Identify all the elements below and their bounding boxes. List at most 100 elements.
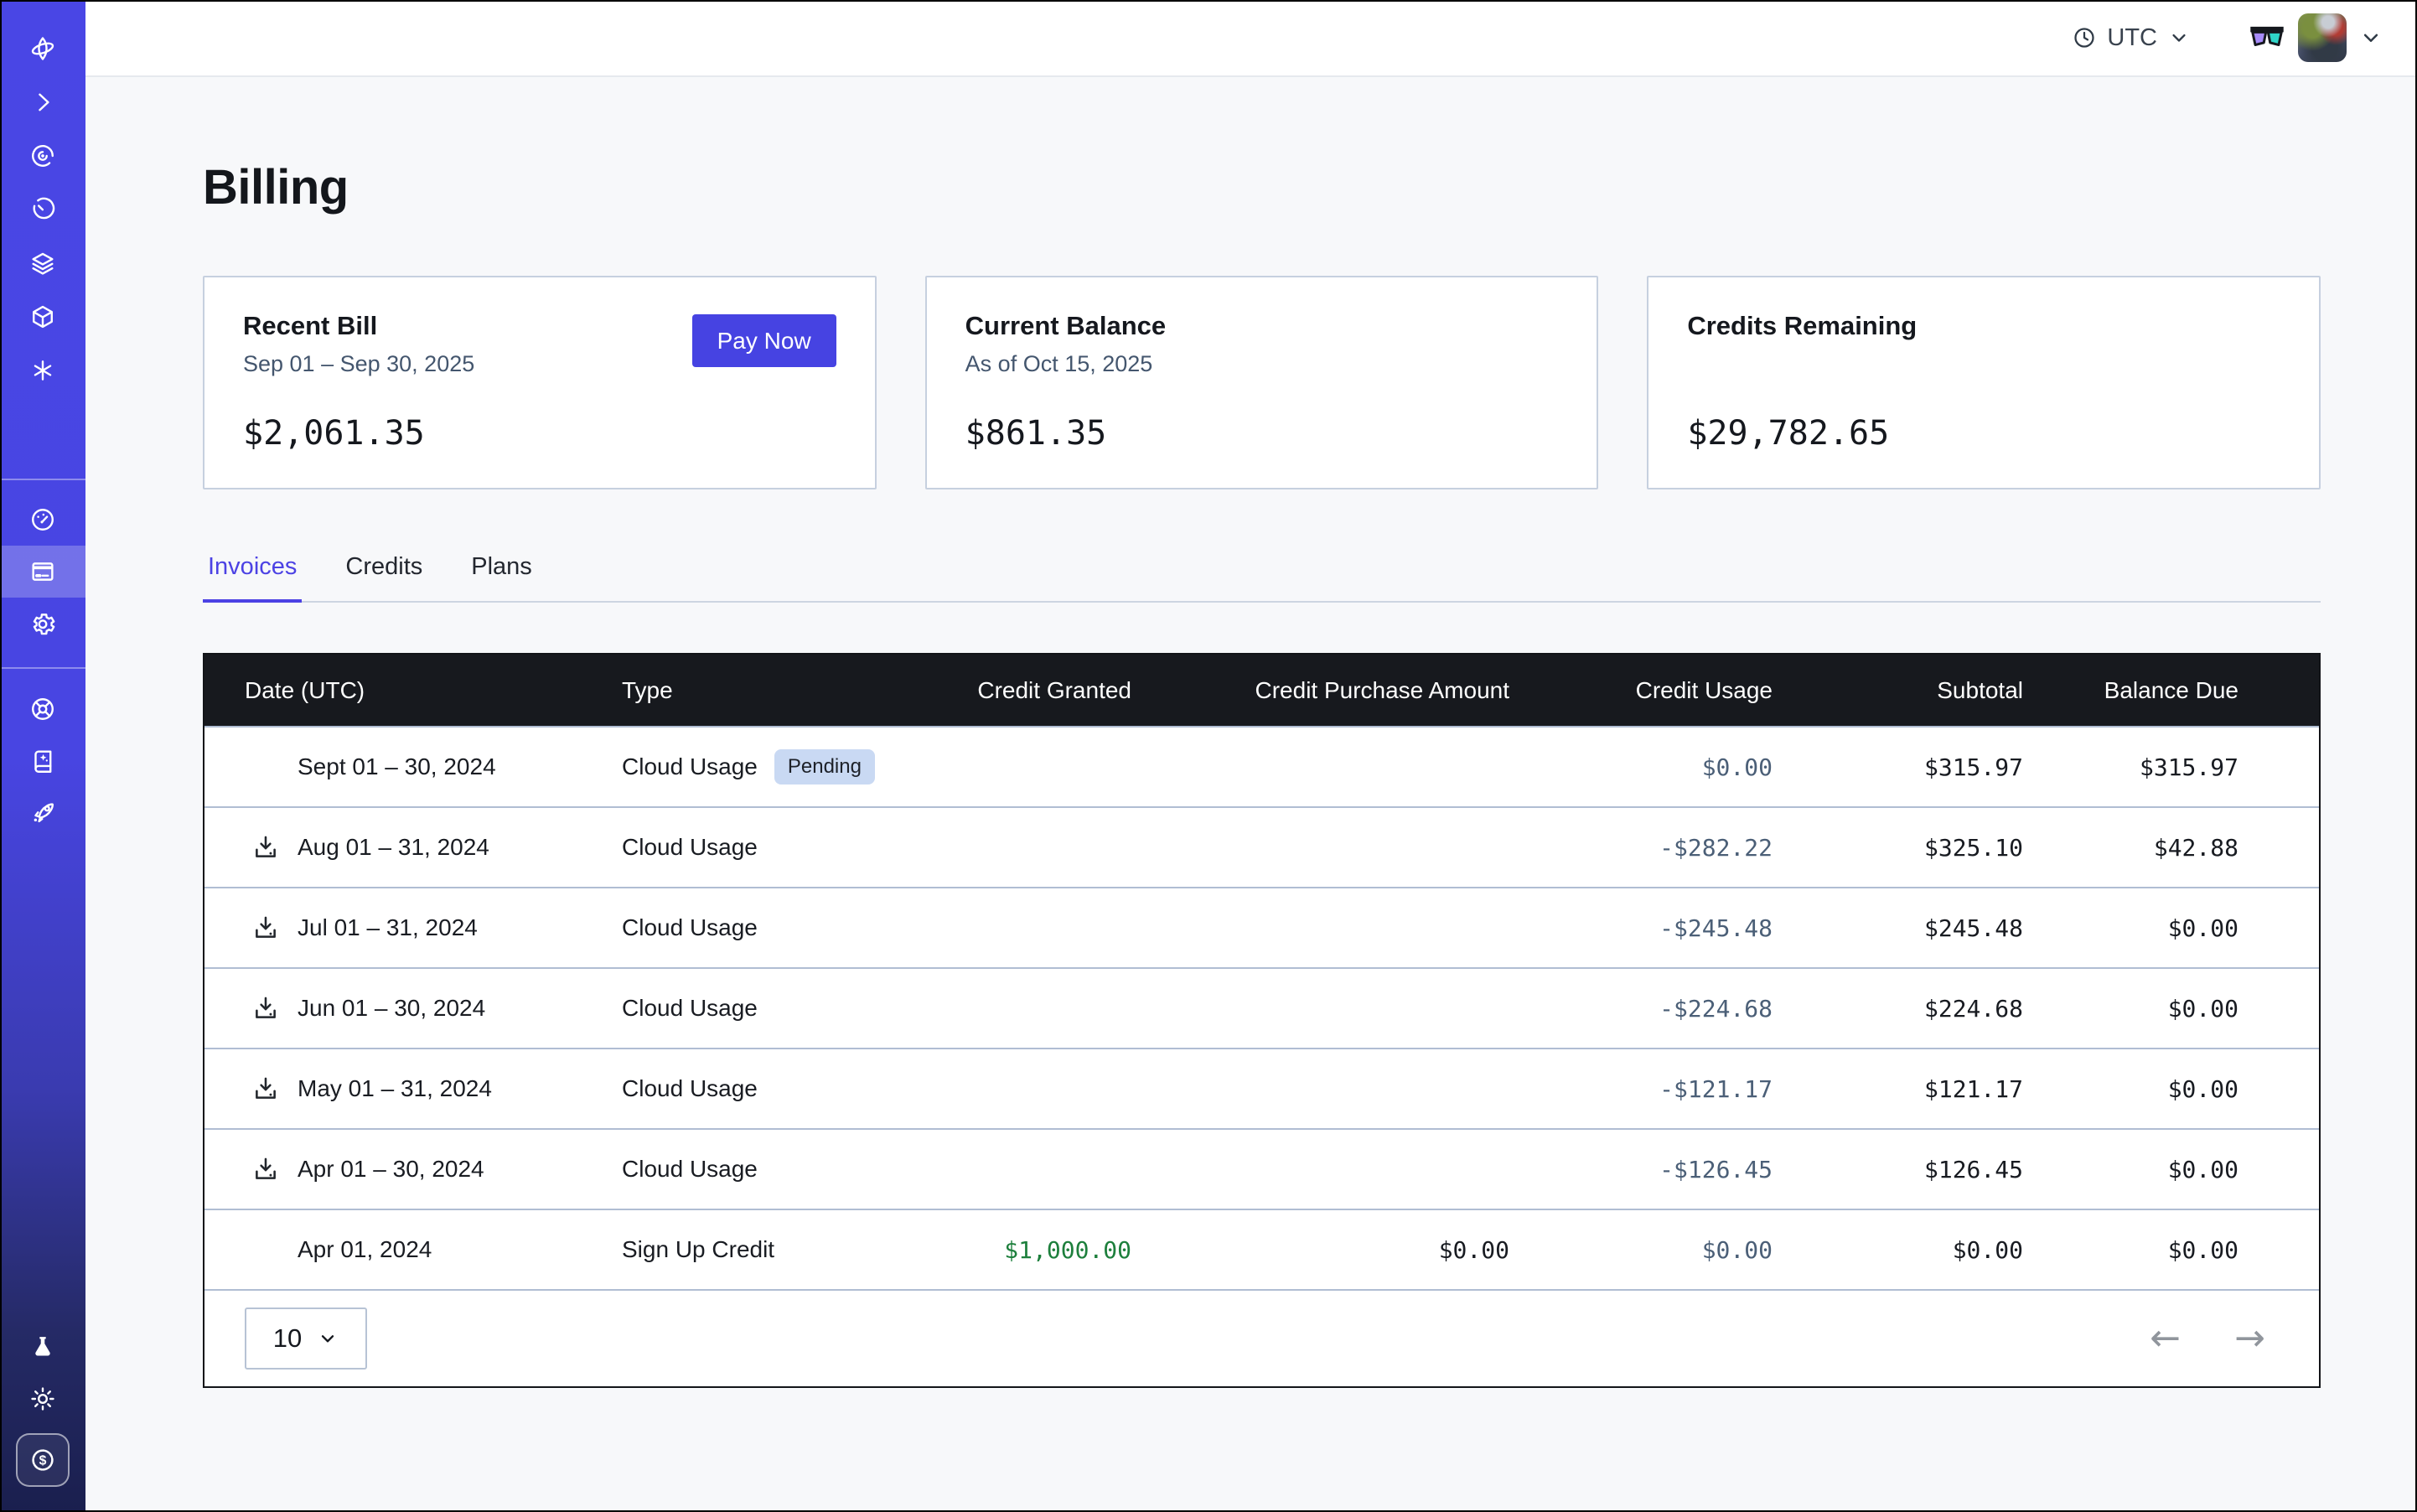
account-menu-chevron-down-icon[interactable] <box>2358 25 2383 50</box>
billing-card-icon <box>28 557 57 586</box>
invoices-table: Date (UTC) Type Credit Granted Credit Pu… <box>203 653 2321 1388</box>
invoice-date: Jul 01 – 31, 2024 <box>298 914 478 941</box>
tab-plans[interactable]: Plans <box>466 553 537 601</box>
labs-flask-icon[interactable] <box>0 1321 85 1373</box>
recent-bill-amount: $2,061.35 <box>243 414 425 453</box>
previous-page-arrow[interactable]: ← <box>2150 1320 2181 1357</box>
subtotal-value: $245.48 <box>1773 914 2023 942</box>
balance-due-value: $0.00 <box>2023 1236 2238 1264</box>
credit-usage-value: -$282.22 <box>1509 834 1773 862</box>
sidebar-divider <box>0 479 85 480</box>
credit-usage-value: -$224.68 <box>1509 995 1773 1023</box>
balance-due-value: $0.00 <box>2023 995 2238 1023</box>
pagination-controls: ← → <box>2150 1320 2265 1357</box>
current-balance-as-of: As of Oct 15, 2025 <box>965 351 1559 377</box>
page-title: Billing <box>203 159 2321 215</box>
theme-sun-icon[interactable] <box>0 1373 85 1425</box>
invoice-date: Jun 01 – 30, 2024 <box>298 995 485 1022</box>
layers-icon[interactable] <box>0 236 85 290</box>
timezone-label: UTC <box>2107 24 2157 52</box>
table-row: Jun 01 – 30, 2024 Cloud Usage -$224.68 $… <box>204 967 2319 1048</box>
table-row: May 01 – 31, 2024 Cloud Usage -$121.17 $… <box>204 1048 2319 1128</box>
invoice-date: Apr 01 – 30, 2024 <box>298 1156 484 1183</box>
balance-due-value: $315.97 <box>2023 753 2238 781</box>
credit-usage-value: -$126.45 <box>1509 1156 1773 1183</box>
settings-gear-icon[interactable] <box>0 598 85 650</box>
credits-remaining-amount: $29,782.65 <box>1687 414 1889 453</box>
pending-status-badge: Pending <box>774 749 875 784</box>
gauge-icon[interactable] <box>0 494 85 546</box>
sidebar-item-billing[interactable] <box>0 546 85 598</box>
balance-due-value: $0.00 <box>2023 1156 2238 1183</box>
tab-credits[interactable]: Credits <box>340 553 427 601</box>
invoice-date: Apr 01, 2024 <box>298 1236 432 1263</box>
timezone-selector[interactable]: UTC <box>2072 24 2191 52</box>
download-invoice-icon[interactable] <box>251 994 280 1023</box>
download-invoice-icon[interactable] <box>251 833 280 862</box>
credits-remaining-card: Credits Remaining $29,782.65 <box>1647 276 2321 489</box>
dollar-seal-icon: $ <box>28 1445 58 1475</box>
sidebar-expand-chevron-right-icon[interactable] <box>0 75 85 129</box>
sidebar: $ <box>0 0 85 1512</box>
invoice-type: Cloud Usage <box>622 1075 758 1102</box>
balance-due-value: $42.88 <box>2023 834 2238 862</box>
current-balance-title: Current Balance <box>965 311 1559 341</box>
next-page-arrow[interactable]: → <box>2234 1320 2265 1357</box>
subtotal-value: $121.17 <box>1773 1075 2023 1103</box>
chevron-down-icon <box>2167 26 2191 49</box>
table-row: Apr 01 – 30, 2024 Cloud Usage -$126.45 $… <box>204 1128 2319 1209</box>
3d-glasses-icon[interactable] <box>2248 23 2286 52</box>
column-header-type: Type <box>622 677 883 704</box>
asterisk-icon[interactable] <box>0 344 85 397</box>
table-row: Sept 01 – 30, 2024 Cloud UsagePending $0… <box>204 726 2319 806</box>
page-size-select[interactable]: 10 <box>245 1307 367 1370</box>
download-invoice-icon[interactable] <box>251 1155 280 1183</box>
table-row: Apr 01, 2024 Sign Up Credit $1,000.00 $0… <box>204 1209 2319 1289</box>
subtotal-value: $224.68 <box>1773 995 2023 1023</box>
credits-remaining-title: Credits Remaining <box>1687 311 2280 341</box>
credit-granted-value: $1,000.00 <box>883 1236 1131 1264</box>
docs-book-icon[interactable] <box>0 735 85 787</box>
tab-invoices[interactable]: Invoices <box>203 553 302 603</box>
logo-orbit-icon[interactable] <box>0 22 85 75</box>
credit-usage-value: $0.00 <box>1509 1236 1773 1264</box>
invoice-type: Cloud Usage <box>622 1156 758 1183</box>
invoice-type: Cloud Usage <box>622 914 758 941</box>
current-balance-amount: $861.35 <box>965 414 1107 453</box>
topbar: UTC <box>85 0 2417 77</box>
invoice-type: Cloud Usage <box>622 995 758 1022</box>
summary-cards: Recent Bill Sep 01 – Sep 30, 2025 $2,061… <box>203 276 2321 489</box>
table-row: Jul 01 – 31, 2024 Cloud Usage -$245.48 $… <box>204 887 2319 967</box>
column-header-credit-granted: Credit Granted <box>883 677 1131 704</box>
observability-eye-icon[interactable] <box>0 129 85 183</box>
pay-now-button[interactable]: Pay Now <box>692 314 836 367</box>
column-header-balance-due: Balance Due <box>2023 677 2238 704</box>
table-footer: 10 ← → <box>204 1289 2319 1386</box>
billing-tabs: Invoices Credits Plans <box>203 553 2321 603</box>
balance-due-value: $0.00 <box>2023 914 2238 942</box>
clock-icon <box>2072 25 2097 50</box>
invoice-date: May 01 – 31, 2024 <box>298 1075 492 1102</box>
main-content: Billing Recent Bill Sep 01 – Sep 30, 202… <box>85 77 2417 1512</box>
svg-text:$: $ <box>39 1454 47 1468</box>
credit-usage-value: -$245.48 <box>1509 914 1773 942</box>
column-header-subtotal: Subtotal <box>1773 677 2023 704</box>
column-header-credit-purchase-amount: Credit Purchase Amount <box>1131 677 1509 704</box>
column-header-date: Date (UTC) <box>245 677 622 704</box>
support-wheel-icon[interactable] <box>0 683 85 735</box>
invoice-type: Cloud Usage <box>622 834 758 861</box>
download-invoice-icon[interactable] <box>251 914 280 942</box>
table-header-row: Date (UTC) Type Credit Granted Credit Pu… <box>204 655 2319 726</box>
credit-usage-value: $0.00 <box>1509 753 1773 781</box>
credit-purchase-value: $0.00 <box>1131 1236 1509 1264</box>
table-row: Aug 01 – 31, 2024 Cloud Usage -$282.22 $… <box>204 806 2319 887</box>
user-avatar[interactable] <box>2298 13 2347 62</box>
credits-dollar-badge-button[interactable]: $ <box>0 1433 85 1487</box>
download-invoice-icon[interactable] <box>251 1074 280 1103</box>
rocket-icon[interactable] <box>0 787 85 839</box>
current-balance-card: Current Balance As of Oct 15, 2025 $861.… <box>925 276 1599 489</box>
history-clock-icon[interactable] <box>0 183 85 236</box>
invoice-date: Aug 01 – 31, 2024 <box>298 834 489 861</box>
balance-due-value: $0.00 <box>2023 1075 2238 1103</box>
cube-icon[interactable] <box>0 290 85 344</box>
